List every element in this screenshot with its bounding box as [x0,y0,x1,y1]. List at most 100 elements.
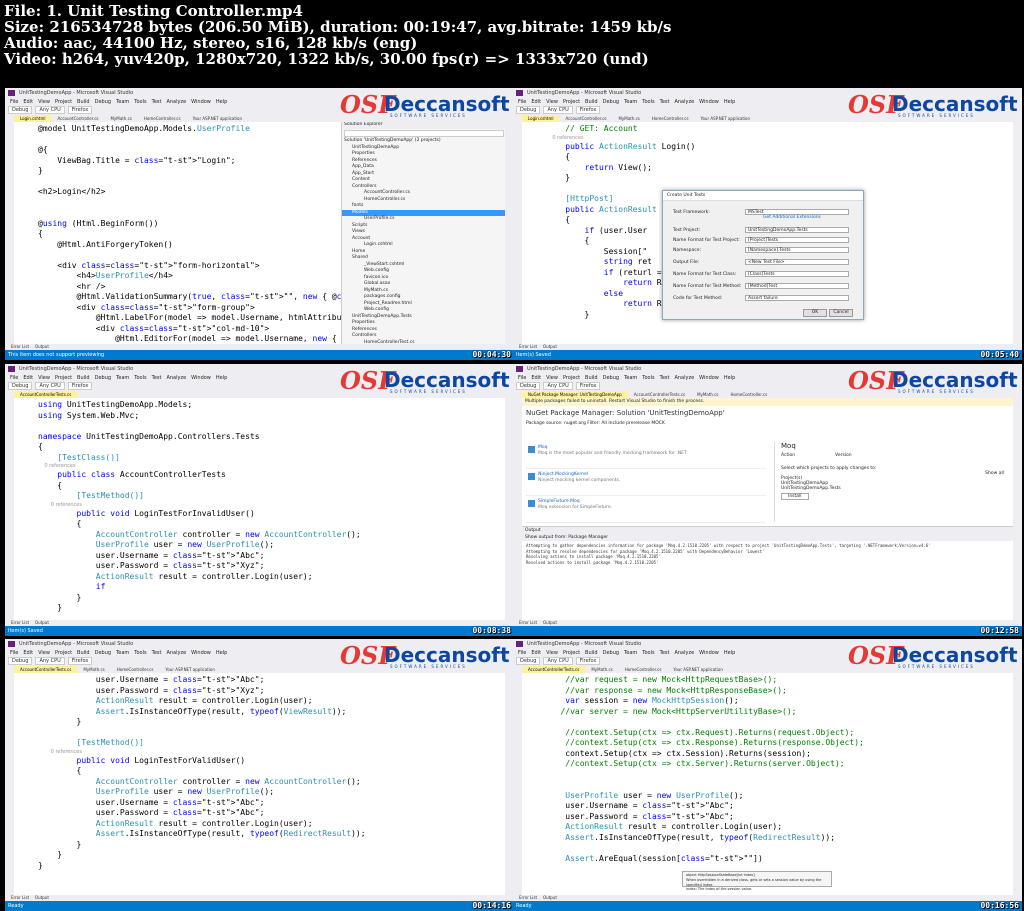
menu-item-window[interactable]: Window [699,375,719,381]
menu-item-edit[interactable]: Edit [531,375,541,381]
menu-item-file[interactable]: File [10,99,18,105]
document-tab[interactable]: MyMath.cs [104,115,137,122]
menu-item-debug[interactable]: Debug [603,650,619,656]
menu-item-project[interactable]: Project [55,375,72,381]
platform-dropdown[interactable]: Any CPU [35,106,65,114]
document-tab[interactable]: Your ASP.NET application [159,666,220,673]
left-tool-strip[interactable] [513,115,522,346]
bottom-tab[interactable]: Output [35,895,49,900]
menu-item-tools[interactable]: Tools [642,99,654,105]
menu-item-view[interactable]: View [546,99,558,105]
platform-dropdown[interactable]: Any CPU [543,657,573,665]
menu-item-file[interactable]: File [518,99,526,105]
left-tool-strip[interactable] [5,391,14,622]
platform-dropdown[interactable]: Any CPU [543,382,573,390]
menu-item-analyze[interactable]: Analyze [166,650,186,656]
document-tab[interactable]: AccountControllerTests.cs [628,391,691,398]
nuget-filters[interactable]: Package source: nuget.org Filter: All In… [522,420,1013,428]
platform-dropdown[interactable]: Any CPU [35,657,65,665]
package-item[interactable]: Moq Moq is the most popular and friendly … [526,442,766,469]
menu-item-window[interactable]: Window [191,99,211,105]
menu-item-test[interactable]: Test [660,650,670,656]
document-tab[interactable]: AccountControllerTests.cs [14,666,78,673]
menu-item-team[interactable]: Team [624,375,637,381]
menu-item-team[interactable]: Team [116,375,129,381]
menu-item-team[interactable]: Team [116,650,129,656]
code-editor[interactable]: user.Username = class="t-st">"Abc"; user… [14,673,505,895]
menu-item-window[interactable]: Window [699,99,719,105]
menu-item-edit[interactable]: Edit [531,650,541,656]
document-tab[interactable]: MyMath.cs [77,666,110,673]
code-editor[interactable]: @model UnitTestingDemoApp.Models.UserPro… [14,122,505,344]
menu-item-project[interactable]: Project [55,99,72,105]
menu-item-team[interactable]: Team [116,99,129,105]
document-tab[interactable]: HomeController.cs [619,666,668,673]
right-tool-strip[interactable] [1013,115,1022,346]
browser-dropdown[interactable]: Firefox [575,106,601,114]
menu-item-analyze[interactable]: Analyze [674,650,694,656]
package-item[interactable]: Ninject.MockingKernel Ninject mocking ker… [526,469,766,496]
menu-item-view[interactable]: View [546,650,558,656]
bottom-tab[interactable]: Error List [519,344,537,349]
menu-item-help[interactable]: Help [216,99,227,105]
bottom-tab[interactable]: Output [35,620,49,625]
dialog-field[interactable]: <New Test File> [745,259,849,265]
menu-item-edit[interactable]: Edit [23,99,33,105]
menu-item-view[interactable]: View [38,375,50,381]
menu-item-test[interactable]: Test [660,99,670,105]
menu-item-tools[interactable]: Tools [642,650,654,656]
menu-item-analyze[interactable]: Analyze [166,375,186,381]
menu-item-test[interactable]: Test [152,650,162,656]
menu-item-help[interactable]: Help [724,375,735,381]
menu-item-window[interactable]: Window [191,650,211,656]
menu-item-edit[interactable]: Edit [531,99,541,105]
bottom-tab[interactable]: Error List [519,620,537,625]
menu-item-team[interactable]: Team [624,650,637,656]
document-tab[interactable]: Your ASP.NET application [187,115,248,122]
menu-item-debug[interactable]: Debug [95,375,111,381]
menu-item-test[interactable]: Test [660,375,670,381]
menu-item-analyze[interactable]: Analyze [674,375,694,381]
menu-item-view[interactable]: View [38,650,50,656]
bottom-tab[interactable]: Error List [11,620,29,625]
dialog-field[interactable]: [Namespace].Tests [745,247,849,253]
browser-dropdown[interactable]: Firefox [67,382,93,390]
bottom-tab[interactable]: Output [543,344,557,349]
menu-item-help[interactable]: Help [724,650,735,656]
menu-item-project[interactable]: Project [563,99,580,105]
install-button[interactable]: Install [781,493,809,500]
menu-item-project[interactable]: Project [563,650,580,656]
document-tab[interactable]: Your ASP.NET application [695,115,756,122]
document-tab[interactable]: HomeController.cs [725,391,774,398]
document-tab[interactable]: AccountControllerTests.cs [522,666,586,673]
config-dropdown[interactable]: Debug [8,657,33,665]
bottom-tab[interactable]: Output [543,620,557,625]
bottom-tab[interactable]: Output [35,344,49,349]
menu-item-build[interactable]: Build [585,99,598,105]
menu-item-file[interactable]: File [518,650,526,656]
browser-dropdown[interactable]: Firefox [575,382,601,390]
menu-item-debug[interactable]: Debug [95,99,111,105]
code-editor[interactable]: //var request = new Mock<HttpRequestBase… [522,673,1013,895]
bottom-tab[interactable]: Error List [11,344,29,349]
document-tab[interactable]: NuGet Package Manager: UnitTestingDemoAp… [522,391,628,398]
dialog-field[interactable]: UnitTestingDemoApp.Tests [745,227,849,233]
bottom-tab[interactable]: Error List [519,895,537,900]
menu-item-file[interactable]: File [518,375,526,381]
document-tab[interactable]: Login.cshtml [522,115,560,122]
menu-item-window[interactable]: Window [191,375,211,381]
menu-item-test[interactable]: Test [152,375,162,381]
document-tab[interactable]: AccountController.cs [51,115,104,122]
menu-item-analyze[interactable]: Analyze [166,99,186,105]
browser-dropdown[interactable]: Firefox [67,106,93,114]
right-tool-strip[interactable] [1013,391,1022,622]
document-tab[interactable]: HomeController.cs [111,666,160,673]
document-tab[interactable]: MyMath.cs [691,391,724,398]
additional-extensions-link[interactable]: Get Additional Extensions [763,215,821,220]
browser-dropdown[interactable]: Firefox [67,657,93,665]
ok-button[interactable]: OK [803,309,827,317]
platform-dropdown[interactable]: Any CPU [35,382,65,390]
dialog-field[interactable]: [Method]Test [745,283,849,289]
dialog-field[interactable]: [Class]Tests [745,271,849,277]
document-tab[interactable]: AccountController.cs [559,115,612,122]
